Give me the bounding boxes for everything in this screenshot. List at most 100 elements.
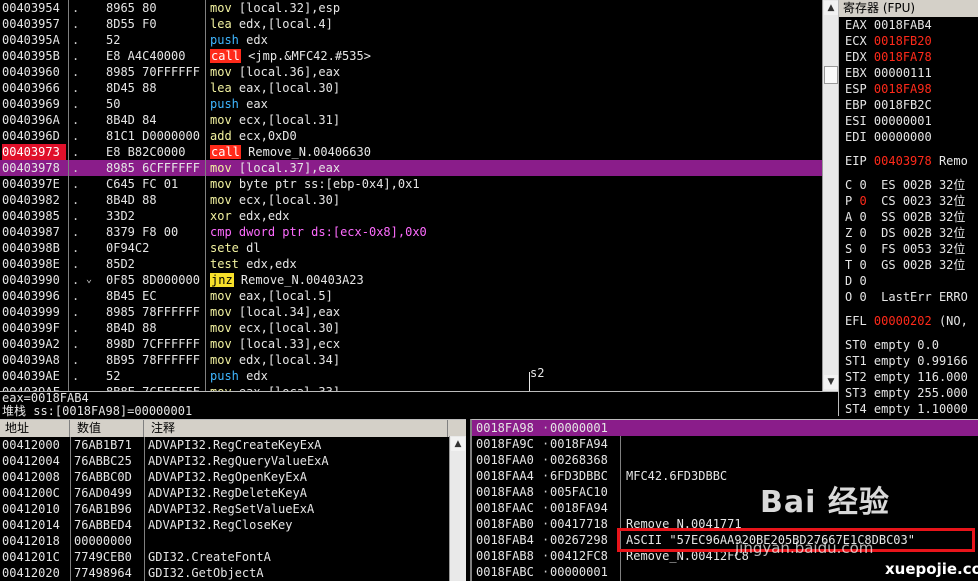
dump-address: 0041200C — [2, 486, 60, 500]
mnemonic: mov — [210, 113, 232, 127]
register-esi[interactable]: ESI 00000001 — [839, 113, 978, 129]
disasm-row[interactable]: 00403969. 50 push eax — [0, 96, 822, 112]
disasm-row[interactable]: 00403978. 8985 6CFFFFFF mov [local.37],eax — [0, 160, 822, 176]
fpu-value: empty 255.000 — [873, 386, 968, 400]
stack-row[interactable]: 0018FAA4 · 6FD3DBBC MFC42.6FD3DBBC — [472, 468, 978, 484]
operands: ecx,0xD0 — [238, 129, 297, 143]
scroll-up-icon[interactable]: ▲ — [824, 1, 838, 15]
fpu-register[interactable]: ST3 empty 255.000 — [839, 385, 978, 401]
disasm-row[interactable]: 004039AE. 52 push edx — [0, 368, 822, 384]
stack-value: 00417718 — [550, 517, 608, 531]
stack-address: 0018FAA0 — [476, 453, 534, 467]
scroll-up-icon[interactable]: ▲ — [451, 437, 465, 451]
disasm-row[interactable]: 0040395B. E8 A4C40000 call <jmp.&MFC42.#53… — [0, 48, 822, 64]
dump-value: 76ABBED4 — [74, 518, 132, 532]
disasm-marker: . — [72, 49, 80, 63]
segment-info: CS 0023 32位 — [881, 194, 966, 208]
dump-header-address[interactable]: 地址 — [2, 420, 70, 437]
stack-row[interactable]: 0018FA98 · 00000001 — [472, 420, 978, 436]
disasm-row[interactable]: 0040398B. 0F94C2 sete dl — [0, 240, 822, 256]
fpu-register[interactable]: ST1 empty 0.99166 — [839, 353, 978, 369]
stack-row[interactable]: 0018FAA8 · 005FAC10 — [472, 484, 978, 500]
fpu-value: empty 0.0 — [873, 338, 939, 352]
disasm-hex: 8B4D 88 — [106, 193, 157, 207]
disasm-row[interactable]: 0040397E. C645 FC 01 mov byte ptr ss:[ebp-… — [0, 176, 822, 192]
disasm-marker: . — [72, 369, 80, 383]
disasm-row[interactable]: 004039A2. 898D 7CFFFFFF mov [local.33],ecx — [0, 336, 822, 352]
register-value: 0018FA78 — [873, 50, 932, 64]
dump-scrollbar[interactable]: ▲ — [449, 436, 466, 581]
disasm-instruction: push edx — [210, 368, 810, 384]
column-divider — [70, 437, 71, 581]
disasm-hex: 50 — [106, 97, 121, 111]
fpu-register[interactable]: ST0 empty 0.0 — [839, 337, 978, 353]
efl-register[interactable]: EFL 00000202 (NO, — [839, 313, 978, 329]
stack-value: 0018FA94 — [550, 437, 608, 451]
scroll-thumb[interactable] — [824, 66, 838, 84]
register-edx[interactable]: EDX 0018FA78 — [839, 49, 978, 65]
dump-value: 77498964 — [74, 566, 132, 580]
disasm-row[interactable]: 00403996. 8B45 EC mov eax,[local.5] — [0, 288, 822, 304]
dump-header-comment[interactable]: 注释 — [148, 420, 448, 437]
register-value: 00000001 — [873, 114, 932, 128]
flag-row[interactable]: P 0 CS 0023 32位 — [839, 193, 978, 209]
flag-row[interactable]: T 0 GS 002B 32位 — [839, 257, 978, 273]
disassembly-scrollbar[interactable]: ▲ ▼ — [822, 0, 838, 391]
stack-row[interactable]: 0018FA9C · 0018FA94 — [472, 436, 978, 452]
disasm-marker: . — [72, 97, 80, 111]
scroll-down-icon[interactable]: ▼ — [824, 375, 838, 389]
dump-header-value[interactable]: 数值 — [74, 420, 144, 437]
register-edi[interactable]: EDI 00000000 — [839, 129, 978, 145]
flag-row[interactable]: Z 0 DS 002B 32位 — [839, 225, 978, 241]
register-esp[interactable]: ESP 0018FA98 — [839, 81, 978, 97]
disasm-instruction: cmp dword ptr ds:[ecx-0x8],0x0 — [210, 224, 810, 240]
disasm-row[interactable]: 00403966. 8D45 88 lea eax,[local.30] — [0, 80, 822, 96]
disasm-row[interactable]: 0040396D. 81C1 D0000000 add ecx,0xD0 — [0, 128, 822, 144]
flag-row[interactable]: O 0 LastErr ERRO — [839, 289, 978, 305]
dump-pane[interactable]: 地址 数值 注释 00412000 76AB1B71 ADVAPI32.RegCre… — [0, 419, 466, 581]
register-ebp[interactable]: EBP 0018FB2C — [839, 97, 978, 113]
register-eax[interactable]: EAX 0018FAB4 — [839, 17, 978, 33]
disasm-row[interactable]: 00403973. E8 B82C0000 call Remove_N.004066… — [0, 144, 822, 160]
disasm-row[interactable]: 0040398E. 85D2 test edx,edx — [0, 256, 822, 272]
fpu-register[interactable]: ST4 empty 1.10000 — [839, 401, 978, 416]
disasm-address: 00403990 — [2, 273, 60, 287]
dump-address: 0041201C — [2, 550, 60, 564]
disasm-marker: . — [72, 209, 80, 223]
mnemonic: call — [210, 49, 241, 63]
stack-marker: · — [542, 565, 550, 579]
registers-pane[interactable]: 寄存器 (FPU) EAX 0018FAB4 ECX 0018FB20 EDX 00… — [838, 0, 978, 416]
disasm-row[interactable]: 00403999. 8985 78FFFFFF mov [local.34],eax — [0, 304, 822, 320]
fpu-value: empty 1.10000 — [873, 402, 968, 416]
disasm-row[interactable]: 00403985. 33D2 xor edx,edx — [0, 208, 822, 224]
fpu-value: empty 116.000 — [873, 370, 968, 384]
disasm-row[interactable]: 00403982. 8B4D 88 mov ecx,[local.30] — [0, 192, 822, 208]
fpu-name: ST3 — [845, 386, 867, 400]
disasm-row[interactable]: 004039A8. 8B95 78FFFFFF mov edx,[local.34] — [0, 352, 822, 368]
fpu-register[interactable]: ST2 empty 116.000 — [839, 369, 978, 385]
register-ecx[interactable]: ECX 0018FB20 — [839, 33, 978, 49]
stack-row[interactable]: 0018FAAC · 0018FA94 — [472, 500, 978, 516]
flag-row[interactable]: A 0 SS 002B 32位 — [839, 209, 978, 225]
eip-register[interactable]: EIP 00403978 Remo — [839, 153, 978, 169]
stack-pane[interactable]: 0018FA98 · 00000001 0018FA9C · 0018FA94 0018FA… — [470, 419, 978, 581]
disasm-row[interactable]: 0040396A. 8B4D 84 mov ecx,[local.31] — [0, 112, 822, 128]
register-name: ECX — [845, 34, 867, 48]
flag-row[interactable]: C 0 ES 002B 32位 — [839, 177, 978, 193]
disasm-marker: . — [72, 193, 80, 207]
disasm-instruction: sete dl — [210, 240, 810, 256]
flag-row[interactable]: D 0 — [839, 273, 978, 289]
disasm-row[interactable]: 0040395A. 52 push edx — [0, 32, 822, 48]
disasm-row[interactable]: 00403960. 8985 70FFFFFF mov [local.36],eax — [0, 64, 822, 80]
flag-row[interactable]: S 0 FS 0053 32位 — [839, 241, 978, 257]
disasm-address: 00403957 — [2, 17, 60, 31]
stack-row[interactable]: 0018FAA0 · 00268368 — [472, 452, 978, 468]
disasm-row[interactable]: 004039AF. 8B8E 7CFFFFFF mov eax,[local.33] — [0, 384, 822, 391]
disasm-row[interactable]: 0040399F. 8B4D 88 mov ecx,[local.30] — [0, 320, 822, 336]
disassembly-pane[interactable]: 00403954. 8965 80 mov [local.32],esp 004039… — [0, 0, 822, 391]
disasm-row[interactable]: 00403957. 8D55 F0 lea edx,[local.4] — [0, 16, 822, 32]
register-ebx[interactable]: EBX 00000111 — [839, 65, 978, 81]
disasm-row[interactable]: 00403987. 8379 F8 00 cmp dword ptr ds:[ecx… — [0, 224, 822, 240]
disasm-row[interactable]: 00403954. 8965 80 mov [local.32],esp — [0, 0, 822, 16]
disasm-row[interactable]: 00403990. 0F85 8D000000 jnz Remove_N.00403… — [0, 272, 822, 288]
